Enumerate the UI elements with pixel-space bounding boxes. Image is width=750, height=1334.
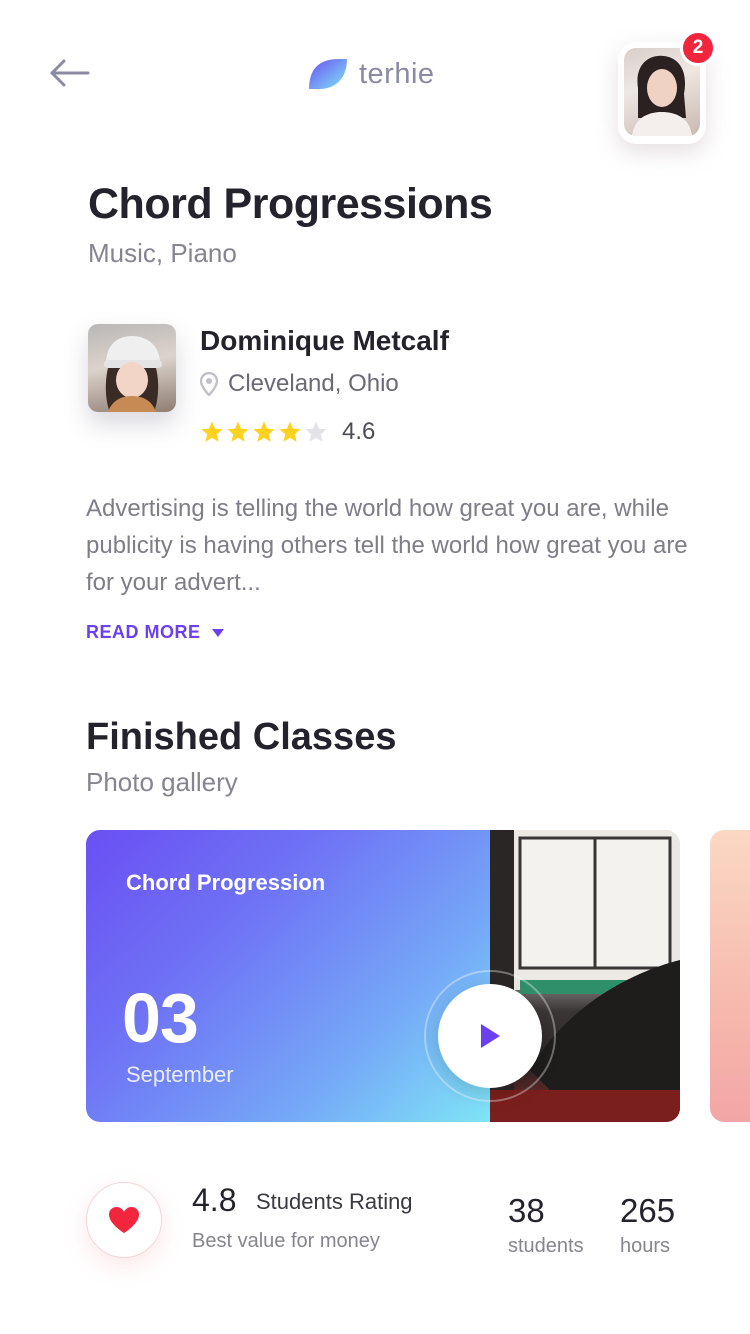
location-pin-icon	[200, 372, 218, 396]
user-avatar[interactable]: 2	[618, 30, 716, 144]
star-icon	[253, 421, 275, 442]
hours-label: hours	[620, 1235, 671, 1257]
instructor-rating: 4.6	[200, 418, 375, 446]
course-description: Advertising is telling the world how gre…	[86, 495, 688, 596]
students-rating-caption: Best value for money	[192, 1230, 380, 1252]
instructor-name[interactable]: Dominique Metcalf	[200, 325, 449, 357]
class-card-title: Chord Progression	[126, 870, 326, 895]
favorite-button[interactable]	[86, 1182, 162, 1258]
section-title: Finished Classes	[86, 716, 397, 758]
class-card[interactable]: Chord Progression 03 September	[86, 830, 680, 1122]
star-empty-icon	[305, 421, 327, 442]
play-button[interactable]	[438, 984, 542, 1088]
read-more-label: READ MORE	[86, 622, 201, 642]
play-icon	[481, 1024, 500, 1048]
course-category: Music, Piano	[88, 238, 237, 268]
class-card-day: 03	[122, 979, 199, 1057]
logo-text: terhie	[359, 57, 435, 90]
logo-mark-icon	[309, 59, 347, 89]
star-icon	[279, 421, 301, 442]
star-icon	[227, 421, 249, 442]
notification-badge: 2	[680, 30, 716, 66]
hours-count: 265	[620, 1192, 676, 1229]
students-count: 38	[508, 1192, 545, 1229]
heart-icon	[109, 1207, 139, 1233]
instructor-portrait-icon	[104, 336, 162, 412]
instructor-avatar[interactable]	[88, 324, 176, 412]
page-title: Chord Progressions	[88, 180, 493, 228]
students-rating-value: 4.8	[192, 1182, 237, 1218]
class-card-month: September	[126, 1062, 234, 1087]
read-more-link[interactable]: READ MORE	[86, 622, 225, 643]
instructor-location: Cleveland, Ohio	[200, 370, 399, 398]
app-logo: terhie	[307, 56, 435, 92]
class-card-next[interactable]	[710, 830, 750, 1122]
caret-down-icon	[211, 628, 224, 637]
students-rating-label: Students Rating	[256, 1189, 413, 1214]
back-arrow-icon[interactable]	[48, 56, 92, 90]
students-label: students	[508, 1235, 584, 1257]
rating-value: 4.6	[342, 418, 376, 445]
location-text: Cleveland, Ohio	[228, 370, 399, 397]
section-subtitle: Photo gallery	[86, 767, 238, 797]
star-icon	[201, 421, 223, 442]
